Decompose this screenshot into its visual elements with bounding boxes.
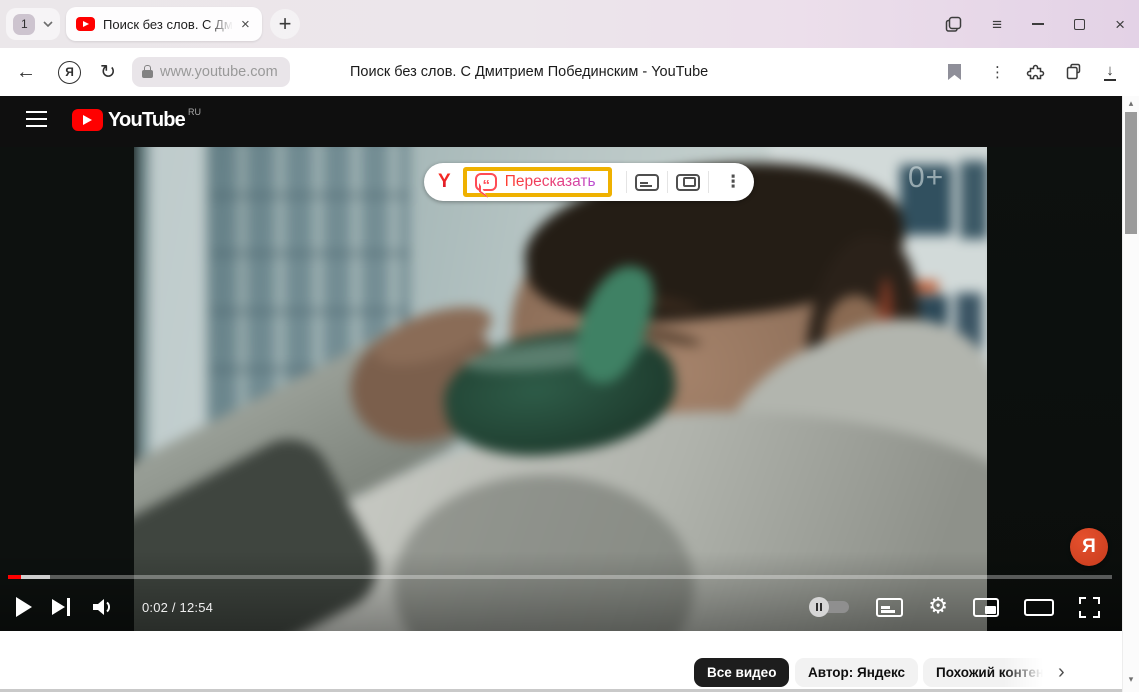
yandex-home-button[interactable]: Я [58,61,81,84]
chevron-down-icon [43,21,53,27]
chip-author[interactable]: Автор: Яндекс [795,658,918,687]
video-player[interactable]: 0+ Y “ Пересказать ⋮ 0: [0,147,1122,631]
chips-fade [1003,656,1053,689]
collections-icon[interactable] [1064,63,1084,81]
age-rating-label: 0+ [908,161,944,195]
yandex-badge-button[interactable]: Я [1070,528,1108,566]
played-bar [8,575,21,579]
theater-mode-icon[interactable] [1024,599,1054,616]
browser-window: 1 Поиск без слов. С Дми × + ≡ × ← Я ↻ ww… [0,0,1139,692]
retell-button-highlighted[interactable]: “ Пересказать [463,167,612,197]
url-text: www.youtube.com [160,64,278,80]
next-button[interactable] [52,598,70,616]
time-display: 0:02 / 12:54 [142,600,213,615]
youtube-menu-icon[interactable] [26,111,47,127]
yandex-browser-icon[interactable]: Y [438,171,451,193]
autoplay-toggle[interactable] [809,597,851,617]
player-controls-left: 0:02 / 12:54 [16,585,213,629]
bottom-panel: Все видео Автор: Яндекс Похожий контент … [0,631,1139,692]
extensions-icon[interactable] [1026,63,1045,82]
yandex-overlay-toolbar: Y “ Пересказать ⋮ [424,163,754,201]
scrollbar-up-icon[interactable]: ▴ [1123,98,1139,109]
scrollbar-down-icon[interactable]: ▾ [1123,674,1139,685]
tab-strip: 1 Поиск без слов. С Дми × + ≡ × [0,0,1139,48]
url-pill[interactable]: www.youtube.com [132,57,290,87]
quote-bubble-icon: “ [475,173,497,191]
side-panels-icon[interactable] [945,16,962,33]
tab-counter[interactable]: 1 [13,14,35,35]
player-controls-right: ⚙ [809,585,1100,629]
retell-label: Пересказать [505,173,596,191]
bookmark-icon[interactable] [948,64,961,80]
volume-button[interactable] [90,596,116,618]
overlay-pip-icon[interactable] [676,174,700,191]
scrollbar-thumb[interactable] [1125,112,1137,234]
back-button[interactable]: ← [16,61,36,84]
youtube-logo[interactable]: YouTube RU [72,109,201,131]
downloads-icon[interactable]: ↓ [1104,63,1116,81]
play-button[interactable] [16,597,32,617]
page-scrollbar[interactable]: ▴ ▾ [1122,96,1139,692]
settings-gear-icon[interactable]: ⚙ [928,596,948,618]
youtube-play-icon [72,109,103,131]
chips-next-icon[interactable]: › [1058,658,1065,687]
overlay-subtitles-icon[interactable] [635,174,659,191]
youtube-country-badge: RU [188,107,201,117]
progress-bar[interactable] [8,575,1112,579]
minimize-button[interactable] [1032,23,1044,25]
tab-title: Поиск без слов. С Дми [103,17,237,32]
maximize-button[interactable] [1074,19,1085,30]
browser-menu-icon[interactable]: ≡ [992,16,1002,33]
browser-tab[interactable]: Поиск без слов. С Дми × [66,7,262,41]
window-controls: ≡ × [945,0,1125,48]
youtube-header: YouTube RU ⋮ Войти [0,96,1122,147]
new-tab-button[interactable]: + [270,9,300,39]
captions-icon[interactable] [876,598,903,617]
close-window-button[interactable]: × [1115,16,1125,33]
youtube-favicon [76,17,95,31]
overlay-more-icon[interactable]: ⋮ [725,172,742,192]
page-title: Поиск без слов. С Дмитрием Побединским -… [350,64,708,80]
toolbar-more-icon[interactable]: ⋮ [990,63,1005,81]
fullscreen-icon[interactable] [1079,597,1100,618]
speaker-icon [90,596,116,618]
chip-all-videos[interactable]: Все видео [694,658,789,687]
miniplayer-icon[interactable] [973,598,999,617]
reload-button[interactable]: ↻ [100,61,116,84]
tab-close-icon[interactable]: × [241,16,250,33]
address-toolbar: ← Я ↻ www.youtube.com Поиск без слов. С … [0,48,1139,96]
tab-group-dropdown[interactable]: 1 [6,8,60,40]
lock-icon [142,70,153,78]
